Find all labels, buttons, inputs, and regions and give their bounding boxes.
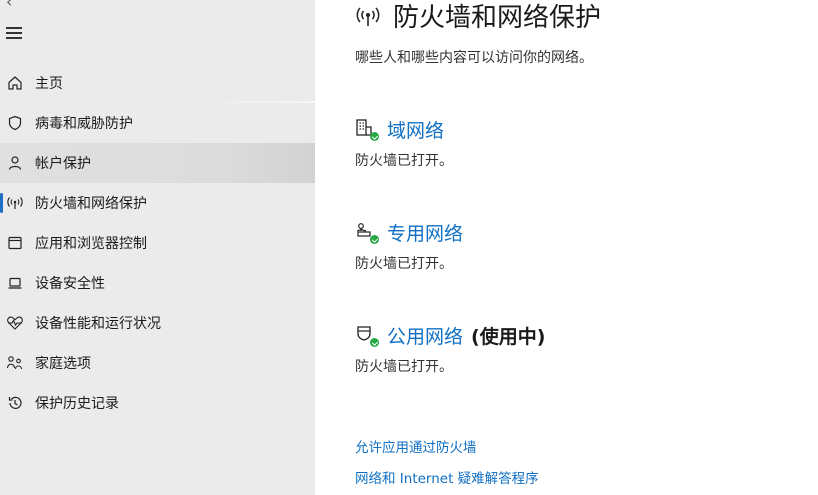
- check-icon: [370, 235, 379, 244]
- network-troubleshooter-link[interactable]: 网络和 Internet 疑难解答程序: [355, 467, 539, 487]
- sidebar-item-device-security[interactable]: 设备安全性: [0, 263, 315, 303]
- public-network-icon: [355, 324, 379, 347]
- sidebar-item-firewall[interactable]: 防火墙和网络保护: [0, 183, 315, 223]
- heart-pulse-icon: [6, 314, 24, 332]
- sidebar-item-home[interactable]: 主页: [0, 63, 315, 103]
- sidebar-item-account-protection[interactable]: 帐户保护: [0, 143, 315, 183]
- history-icon: [6, 394, 24, 412]
- check-icon: [370, 132, 379, 141]
- sidebar-item-label: 保护历史记录: [35, 396, 119, 412]
- page-title: 防火墙和网络保护: [393, 3, 602, 33]
- public-network-status: 防火墙已打开。: [355, 359, 453, 375]
- sidebar: ‹ 主页 病毒和威胁防护 帐户保护 防火墙和网络保护 应用和浏览器控制 设备安全…: [0, 0, 315, 495]
- sidebar-item-label: 家庭选项: [35, 356, 91, 372]
- back-icon[interactable]: ‹: [6, 0, 12, 11]
- sidebar-item-label: 主页: [35, 76, 63, 92]
- public-network-section: 公用网络 (使用中) 防火墙已打开。: [355, 322, 545, 376]
- laptop-icon: [6, 274, 24, 292]
- selected-indicator: [0, 193, 3, 213]
- person-icon: [6, 154, 24, 172]
- public-network-link[interactable]: 公用网络: [387, 322, 463, 349]
- allow-app-through-firewall-link[interactable]: 允许应用通过防火墙: [355, 436, 477, 456]
- domain-network-section: 域网络 防火墙已打开。: [355, 116, 453, 170]
- sidebar-item-family-options[interactable]: 家庭选项: [0, 343, 315, 383]
- private-network-status: 防火墙已打开。: [355, 256, 453, 272]
- sidebar-item-label: 设备性能和运行状况: [35, 316, 161, 332]
- sidebar-item-virus-protection[interactable]: 病毒和威胁防护: [0, 103, 315, 143]
- sidebar-item-app-browser[interactable]: 应用和浏览器控制: [0, 223, 315, 263]
- family-icon: [6, 354, 24, 372]
- page-subtitle: 哪些人和哪些内容可以访问你的网络。: [355, 50, 593, 66]
- antenna-icon: [355, 4, 381, 30]
- in-use-label: (使用中): [471, 325, 546, 348]
- hamburger-menu-icon[interactable]: [6, 27, 24, 41]
- domain-network-icon: [355, 118, 379, 141]
- private-network-section: 专用网络 防火墙已打开。: [355, 219, 463, 273]
- sidebar-item-label: 病毒和威胁防护: [35, 116, 133, 132]
- sidebar-item-label: 设备安全性: [35, 276, 105, 292]
- domain-network-status: 防火墙已打开。: [355, 153, 453, 169]
- home-icon: [6, 74, 24, 92]
- shield-icon: [6, 114, 24, 132]
- sidebar-item-label: 防火墙和网络保护: [35, 196, 147, 212]
- sidebar-item-label: 应用和浏览器控制: [35, 236, 147, 252]
- sidebar-item-protection-history[interactable]: 保护历史记录: [0, 383, 315, 423]
- domain-network-link[interactable]: 域网络: [387, 116, 444, 143]
- private-network-icon: [355, 221, 379, 244]
- app-browser-icon: [6, 234, 24, 252]
- check-icon: [370, 338, 379, 347]
- sidebar-item-device-performance[interactable]: 设备性能和运行状况: [0, 303, 315, 343]
- main-content: 防火墙和网络保护 哪些人和哪些内容可以访问你的网络。 域网络 防火墙已打开。 专…: [315, 0, 818, 495]
- private-network-link[interactable]: 专用网络: [387, 219, 463, 246]
- antenna-icon: [6, 194, 24, 212]
- sidebar-item-label: 帐户保护: [35, 156, 91, 172]
